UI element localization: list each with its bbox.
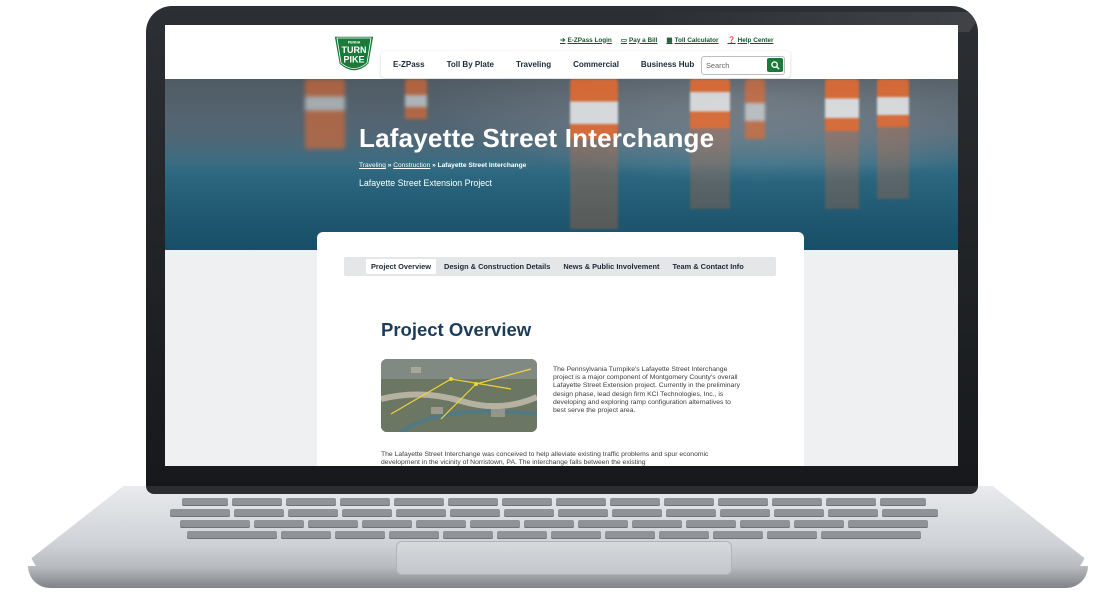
breadcrumb-current: Lafayette Street Interchange: [437, 162, 527, 169]
help-icon: ❓: [727, 37, 736, 44]
keyboard-row: [118, 520, 990, 528]
keyboard-row: [118, 498, 990, 506]
trackpad: [396, 541, 732, 575]
breadcrumb-construction[interactable]: Construction: [393, 162, 430, 169]
overview-paragraph-2: The Lafayette Street Interchange was con…: [381, 451, 709, 466]
nav-toll-by-plate[interactable]: Toll By Plate: [436, 60, 505, 69]
search-input[interactable]: [706, 59, 762, 71]
keyboard-row: [118, 531, 990, 539]
page-title: Lafayette Street Interchange: [359, 123, 715, 153]
utility-label: E-ZPass Login: [567, 36, 612, 44]
content-card: Project Overview Design & Construction D…: [317, 232, 804, 466]
breadcrumb: Traveling » Construction » Lafayette Str…: [359, 162, 526, 169]
cone-image: [405, 79, 427, 119]
cone-image: [825, 79, 859, 209]
calculator-icon: ▦: [666, 37, 673, 44]
utility-links: ➔ E-ZPass Login ▭ Pay a Bill ▦ Toll Calcula…: [560, 36, 774, 45]
help-center-link[interactable]: ❓ Help Center: [727, 36, 774, 45]
utility-label: Toll Calculator: [674, 36, 719, 44]
screen: PENNA TURN PIKE ➔ E-ZPass Login ▭ Pay a Bi…: [165, 25, 958, 466]
aerial-map-image: [381, 359, 537, 432]
cone-image: [570, 79, 618, 229]
nav-ezpass[interactable]: E-ZPass: [381, 60, 436, 69]
utility-label: Pay a Bill: [629, 36, 658, 44]
logo-top-text: PENNA: [348, 41, 361, 45]
pay-bill-link[interactable]: ▭ Pay a Bill: [620, 36, 658, 45]
cone-image: [877, 79, 909, 199]
keyboard: [118, 498, 990, 539]
toll-calculator-link[interactable]: ▦ Toll Calculator: [666, 36, 719, 45]
cone-image: [745, 79, 765, 139]
tab-project-overview[interactable]: Project Overview: [366, 259, 436, 274]
nav-commercial[interactable]: Commercial: [562, 60, 630, 69]
ezpass-login-link[interactable]: ➔ E-ZPass Login: [560, 36, 612, 45]
tab-bar: Project Overview Design & Construction D…: [344, 257, 776, 276]
tab-design-construction[interactable]: Design & Construction Details: [439, 259, 555, 274]
page-subtitle: Lafayette Street Extension Project: [359, 178, 493, 188]
breadcrumb-separator: »: [430, 162, 438, 169]
section-heading: Project Overview: [381, 319, 532, 340]
hero-banner: Lafayette Street Interchange Traveling »…: [165, 79, 958, 250]
overview-paragraph: The Pennsylvania Turnpike's Lafayette St…: [553, 366, 741, 415]
cone-image: [305, 79, 345, 149]
nav-traveling[interactable]: Traveling: [505, 60, 562, 69]
logo-line1: TURN: [342, 45, 367, 55]
turnpike-logo[interactable]: PENNA TURN PIKE: [332, 34, 376, 76]
laptop-hinge: [146, 486, 978, 494]
breadcrumb-traveling[interactable]: Traveling: [359, 162, 386, 169]
search-button[interactable]: [767, 58, 783, 72]
site-header: PENNA TURN PIKE ➔ E-ZPass Login ▭ Pay a Bi…: [165, 25, 958, 79]
main-nav: E-ZPass Toll By Plate Traveling Commerci…: [381, 51, 790, 78]
keyboard-row: [118, 509, 990, 517]
logo-line2: PIKE: [343, 55, 364, 65]
search-box: [701, 56, 785, 75]
search-icon: [770, 60, 780, 70]
tab-team-contact[interactable]: Team & Contact Info: [667, 259, 748, 274]
tab-news-public[interactable]: News & Public Involvement: [558, 259, 664, 274]
login-icon: ➔: [560, 37, 566, 44]
nav-business-hub[interactable]: Business Hub: [630, 60, 705, 69]
utility-label: Help Center: [737, 36, 774, 44]
card-icon: ▭: [620, 37, 627, 44]
